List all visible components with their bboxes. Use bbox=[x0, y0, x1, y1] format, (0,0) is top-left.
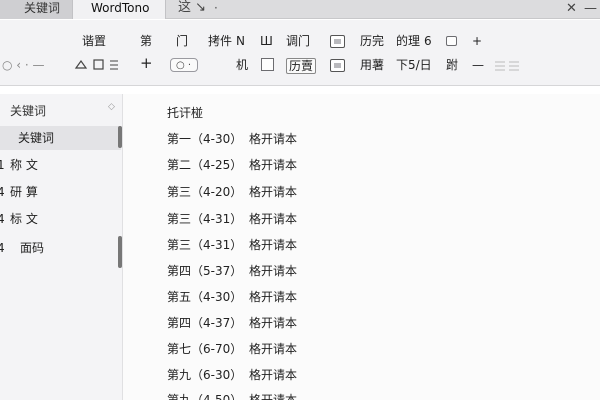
ribbon-label-use[interactable]: 用薯 bbox=[360, 58, 384, 72]
chevron-icon[interactable]: ◇ bbox=[108, 102, 115, 112]
ribbon-label-date[interactable]: 下5/日 bbox=[396, 58, 432, 72]
sidebar-item-number: 4 bbox=[0, 212, 5, 226]
close-icon[interactable]: ✕ bbox=[566, 1, 577, 17]
item-code: 第七（6-70） bbox=[167, 342, 243, 356]
tab-keywords[interactable]: 关键词 bbox=[0, 0, 72, 19]
sidebar: 关键词 ◇ 关键词 1 称 文 4 研 算 4 标 文 4 面码 bbox=[0, 94, 123, 400]
item-text: 格开请本 bbox=[249, 238, 298, 252]
list-item[interactable]: 第二（4-25） 格开请本 bbox=[167, 155, 467, 175]
ribbon-label-history[interactable]: 历賣 bbox=[286, 58, 317, 74]
item-code: 第三（4-20） bbox=[167, 185, 243, 199]
sidebar-item-label: 面码 bbox=[20, 241, 45, 255]
sidebar-item-calc[interactable]: 4 研 算 bbox=[0, 180, 121, 204]
sidebar-scroll-indicator[interactable] bbox=[118, 126, 122, 148]
list-item[interactable]: 第九（6-30） 格开请本 bbox=[167, 365, 467, 385]
list-item[interactable]: 第五（4-30） 格开请本 bbox=[167, 287, 467, 307]
checkbox[interactable] bbox=[261, 58, 274, 71]
tab-third[interactable]: 这 ↘ bbox=[170, 0, 210, 19]
tab-wordtono[interactable]: WordTono bbox=[72, 0, 166, 19]
list-item[interactable]: 第一（4-30） 格开请本 bbox=[167, 129, 467, 149]
sidebar-item-number: 4 bbox=[0, 241, 5, 255]
add-icon[interactable]: + bbox=[472, 34, 482, 48]
sidebar-item-label: 称 文 bbox=[10, 158, 38, 172]
ribbon-label-copy[interactable]: 拷件 bbox=[208, 34, 232, 48]
tab-bar: 关键词 WordTono 这 ↘ · ✕ — bbox=[0, 0, 600, 19]
item-code: 第三（4-31） bbox=[167, 212, 243, 226]
item-code: 第三（4-31） bbox=[167, 238, 243, 252]
ribbon-label-section[interactable]: 第 bbox=[140, 34, 152, 48]
sidebar-item-code[interactable]: 4 面码 bbox=[0, 236, 121, 260]
item-text: 格开请本 bbox=[249, 316, 298, 330]
ribbon-label-machine[interactable]: 机 bbox=[236, 58, 248, 72]
ribbon-label-complete[interactable]: 历完 bbox=[360, 34, 384, 48]
list-item[interactable]: 第四（4-37） 格开请本 bbox=[167, 313, 467, 333]
sidebar-header: 关键词 bbox=[10, 104, 47, 118]
item-code: 第四（5-37） bbox=[167, 264, 243, 278]
item-code: 第五（4-30） bbox=[167, 290, 243, 304]
item-code: 第二（4-25） bbox=[167, 158, 243, 172]
main-content: 托讦椪 第一（4-30） 格开请本 第二（4-25） 格开请本 第三（4-20） 格开… bbox=[123, 94, 600, 400]
sidebar-item-number: 4 bbox=[0, 185, 5, 199]
sidebar-item-label: 标 文 bbox=[10, 212, 38, 226]
item-code: 第四（4-37） bbox=[167, 316, 243, 330]
item-text: 格开请本 bbox=[249, 342, 298, 356]
item-text: 格开请本 bbox=[249, 290, 298, 304]
frame-icon[interactable] bbox=[446, 36, 457, 46]
sidebar-item-label-text[interactable]: 4 标 文 bbox=[0, 207, 121, 231]
ribbon-label-six: 6 bbox=[424, 34, 432, 48]
align-icon[interactable] bbox=[494, 60, 522, 72]
ribbon-toolbar: 谐置 第 门 拷件 N Ш 调门 历完 的理 6 + ○ ‹ · — + ○ ·… bbox=[0, 20, 600, 86]
item-text: 格开请本 bbox=[249, 158, 298, 172]
layout-icon[interactable] bbox=[330, 35, 345, 48]
ribbon-label-tune[interactable]: 调门 bbox=[286, 34, 310, 48]
ribbon-label-sha[interactable]: Ш bbox=[260, 34, 273, 48]
plus-icon[interactable]: + bbox=[140, 56, 153, 71]
ribbon-label-gate[interactable]: 门 bbox=[176, 34, 188, 48]
sidebar-item-label: 关键词 bbox=[18, 131, 55, 145]
list-item[interactable]: 第三（4-20） 格开请本 bbox=[167, 182, 467, 202]
item-code: 第九（4-50） bbox=[167, 393, 243, 400]
sidebar-scrollbar[interactable] bbox=[118, 236, 122, 268]
sidebar-item-number: 1 bbox=[0, 158, 5, 172]
ribbon-label-n[interactable]: N bbox=[236, 34, 245, 48]
item-code: 第九（6-30） bbox=[167, 368, 243, 382]
minimize-icon[interactable]: — bbox=[584, 1, 597, 17]
list-item[interactable]: 第三（4-31） 格开请本 bbox=[167, 209, 467, 229]
item-text: 格开请本 bbox=[249, 393, 298, 400]
tab-fourth[interactable]: · bbox=[214, 0, 226, 19]
item-text: 格开请本 bbox=[249, 132, 298, 146]
sidebar-item-keywords[interactable]: 关键词 bbox=[0, 126, 121, 150]
item-code: 第一（4-30） bbox=[167, 132, 243, 146]
ribbon-label-misc[interactable]: 跗 bbox=[446, 58, 458, 72]
item-text: 格开请本 bbox=[249, 185, 298, 199]
dash-icon[interactable]: — bbox=[472, 58, 484, 72]
ribbon-label-settings[interactable]: 谐置 bbox=[82, 34, 106, 48]
view-icon[interactable] bbox=[330, 59, 345, 72]
ribbon-label-process[interactable]: 的理 bbox=[396, 34, 420, 48]
ribbon-nav-controls[interactable]: ○ ‹ · — bbox=[2, 58, 45, 72]
sidebar-item-text[interactable]: 1 称 文 bbox=[0, 153, 121, 177]
item-text: 格开请本 bbox=[249, 264, 298, 278]
list-item[interactable]: 第九（4-50） 格开请本 bbox=[167, 390, 467, 400]
list-item[interactable]: 第七（6-70） 格开请本 bbox=[167, 339, 467, 359]
item-text: 格开请本 bbox=[249, 212, 298, 226]
style-dropdown[interactable]: ○ · bbox=[170, 58, 198, 72]
list-item[interactable]: 第三（4-31） 格开请本 bbox=[167, 235, 467, 255]
page-title: 托讦椪 bbox=[167, 106, 204, 120]
shape-tools-icon[interactable] bbox=[72, 56, 128, 74]
item-text: 格开请本 bbox=[249, 368, 298, 382]
sidebar-item-label: 研 算 bbox=[10, 185, 38, 199]
list-item[interactable]: 第四（5-37） 格开请本 bbox=[167, 261, 467, 281]
